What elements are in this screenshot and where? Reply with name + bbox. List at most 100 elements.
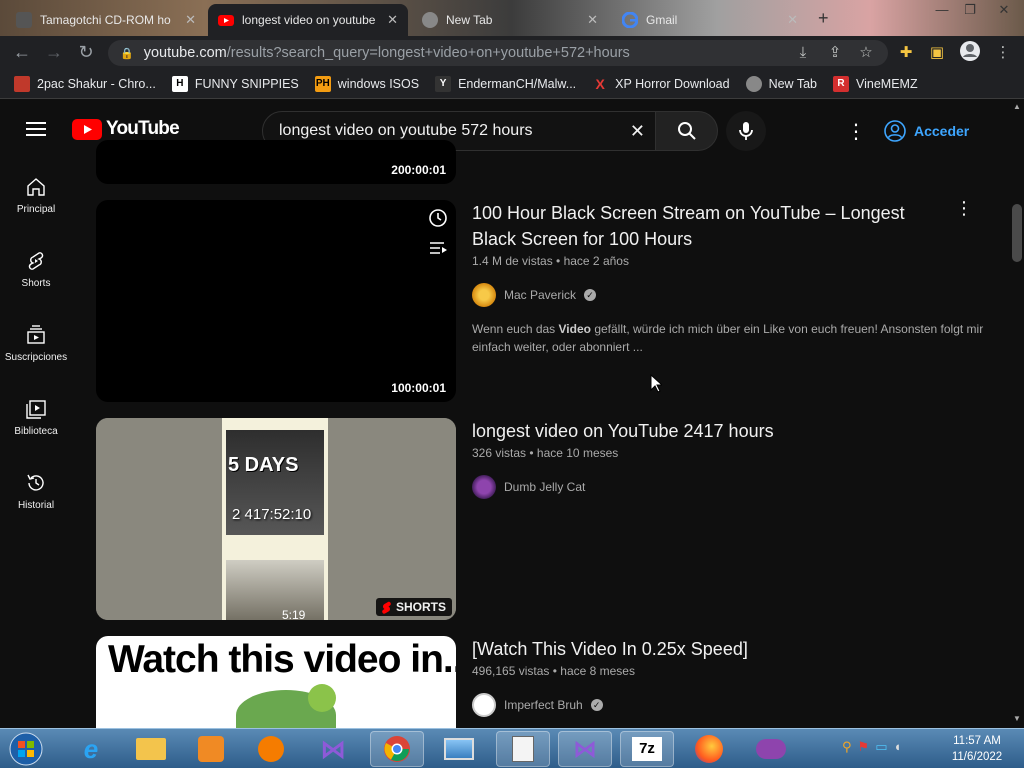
tray-volume-icon[interactable]: ◖ [893,739,901,755]
video-menu-icon[interactable]: ⋮ [955,198,973,219]
bookmark-item[interactable]: R VineMEMZ [833,75,918,92]
description-highlight: Video [558,322,591,336]
bookmark-label: New Tab [768,76,817,91]
video-meta: 1.4 M de vistas • hace 2 años [472,254,629,268]
browser-tab-3[interactable]: New Tab ✕ [412,4,608,36]
video-thumbnail[interactable]: 100:00:01 [96,200,456,402]
thumbnail-vertical-frame: 5 DAYS 2 417:52:10 5:19 [222,418,328,620]
globe-icon [745,75,762,92]
yt-dark-icon: Y [435,75,452,92]
browser-tab-4[interactable]: Gmail ✕ [612,4,808,36]
bookmark-item[interactable]: Y EndermanCH/Malw... [435,75,576,92]
extensions-icon[interactable]: ✚ [893,40,919,66]
video-title[interactable]: longest video on YouTube 2417 hours [472,418,942,444]
sidebar-item-biblioteca[interactable]: Biblioteca [0,380,72,454]
channel-avatar[interactable] [472,693,496,717]
media-player-icon[interactable] [184,731,238,767]
channel-row[interactable]: Imperfect Bruh ✓ [472,693,603,717]
start-orb-icon[interactable] [4,731,48,767]
forward-icon[interactable]: → [38,37,70,69]
turtle-head [308,684,336,712]
close-window-icon[interactable]: ✕ [988,0,1020,22]
scroll-up-arrow-icon[interactable]: ▲ [1013,102,1021,111]
video-title[interactable]: 100 Hour Black Screen Stream on YouTube … [472,200,942,252]
visual-studio-installer-icon[interactable]: ⋈ [558,731,612,767]
channel-row[interactable]: Dumb Jelly Cat [472,475,585,499]
chrome-menu-icon[interactable]: ⋮ [990,40,1016,66]
bookmark-label: windows ISOS [337,76,420,91]
firefox-icon[interactable] [682,731,736,767]
close-tab-icon[interactable]: ✕ [587,12,598,28]
channel-name[interactable]: Mac Paverick [504,288,576,302]
sign-in-button[interactable]: Acceder [884,113,984,149]
back-icon[interactable]: ← [6,37,38,69]
notepad-icon[interactable] [496,731,550,767]
video-thumbnail[interactable]: Watch this video in... [96,636,456,728]
close-tab-icon[interactable]: ✕ [787,12,798,28]
reload-icon[interactable]: ↻ [70,37,102,69]
close-tab-icon[interactable]: ✕ [185,12,196,28]
tray-search-icon[interactable]: ⚲ [842,739,852,755]
share-icon[interactable]: ⇪ [822,40,848,66]
shorts-logo-icon [382,601,391,614]
thumbnail-overlay-time: 2 417:52:10 [232,506,312,523]
shorts-icon [28,251,44,270]
7zip-icon[interactable]: 7z [620,731,674,767]
sidebar-item-principal[interactable]: Principal [0,158,72,232]
bookmark-star-icon[interactable]: ☆ [853,40,879,66]
sidebar-item-suscripciones[interactable]: Suscripciones [0,306,72,380]
channel-avatar[interactable] [472,283,496,307]
chrome-icon[interactable] [370,731,424,767]
hamburger-menu-icon[interactable] [26,120,46,138]
clock-date: 11/6/2022 [951,751,1003,763]
side-panel-icon[interactable]: ▣ [924,40,950,66]
bookmark-item[interactable]: H FUNNY SNIPPIES [171,75,299,92]
channel-name[interactable]: Dumb Jelly Cat [504,480,585,494]
minimize-icon[interactable]: — [928,0,956,22]
install-app-icon[interactable]: ⤓ [790,40,816,66]
account-circle-icon [884,120,906,142]
tray-monitor-icon[interactable]: ▭ [875,739,887,755]
vlc-icon[interactable] [244,731,298,767]
scrollbar-thumb[interactable] [1012,204,1022,262]
bookmark-item[interactable]: PH windows ISOS [314,75,420,92]
channel-name[interactable]: Imperfect Bruh [504,698,583,712]
watch-later-icon[interactable] [428,208,448,233]
video-thumbnail[interactable]: 5 DAYS 2 417:52:10 5:19 SHORTS [96,418,456,620]
profile-avatar[interactable] [957,40,983,66]
file-explorer-icon[interactable] [124,731,178,767]
mask-icon[interactable] [744,731,798,767]
more-options-icon[interactable]: ⋮ [846,119,866,144]
add-to-queue-icon[interactable] [428,240,448,261]
tray-flag-icon[interactable]: ⚑ [858,739,870,755]
bookmark-item[interactable]: 2pac Shakur - Chro... [14,75,156,92]
internet-explorer-icon[interactable]: e [64,731,118,767]
browser-tab-strip: Tamagotchi CD-ROM ho ✕ longest video on … [0,0,1024,36]
video-title[interactable]: [Watch This Video In 0.25x Speed] [472,636,942,662]
youtube-logo[interactable]: YouTube [72,118,180,140]
system-clock[interactable]: 11:57 AM 11/6/2022 [940,733,1014,765]
browser-tab-2[interactable]: longest video on youtube ✕ [208,4,408,36]
view-count: 496,165 vistas [472,664,550,678]
channel-avatar[interactable] [472,475,496,499]
scroll-down-arrow-icon[interactable]: ▼ [1013,714,1021,723]
visual-studio-icon[interactable]: ⋈ [306,731,360,767]
channel-row[interactable]: Mac Paverick ✓ [472,283,597,307]
history-icon [27,474,44,491]
sidebar-item-historial[interactable]: Historial [0,454,72,528]
sidebar-item-shorts[interactable]: Shorts [0,232,72,306]
video-thumbnail[interactable]: 200:00:01 [96,140,456,184]
search-button[interactable] [655,111,718,151]
bookmark-item[interactable]: New Tab [745,75,817,92]
new-tab-button[interactable]: + [818,8,829,29]
bookmark-item[interactable]: X XP Horror Download [592,76,730,92]
photo-viewer-icon[interactable] [432,731,486,767]
close-tab-icon[interactable]: ✕ [387,12,398,28]
voice-search-button[interactable] [726,111,766,151]
address-bar[interactable]: 🔒 youtube.com/results?search_query=longe… [108,40,888,66]
maximize-icon[interactable]: ❐ [956,0,984,22]
clear-search-icon[interactable]: ✕ [630,121,645,142]
browser-tab-1[interactable]: Tamagotchi CD-ROM ho ✕ [6,4,206,36]
duration-badge: 200:00:01 [387,162,450,178]
page-scrollbar[interactable]: ▲ ▼ [1010,100,1024,728]
